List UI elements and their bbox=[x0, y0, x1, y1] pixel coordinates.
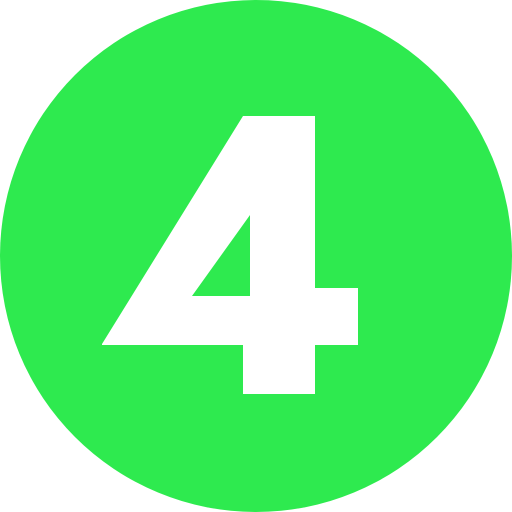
number-four-badge bbox=[0, 0, 512, 512]
number-badge-canvas bbox=[0, 0, 512, 512]
